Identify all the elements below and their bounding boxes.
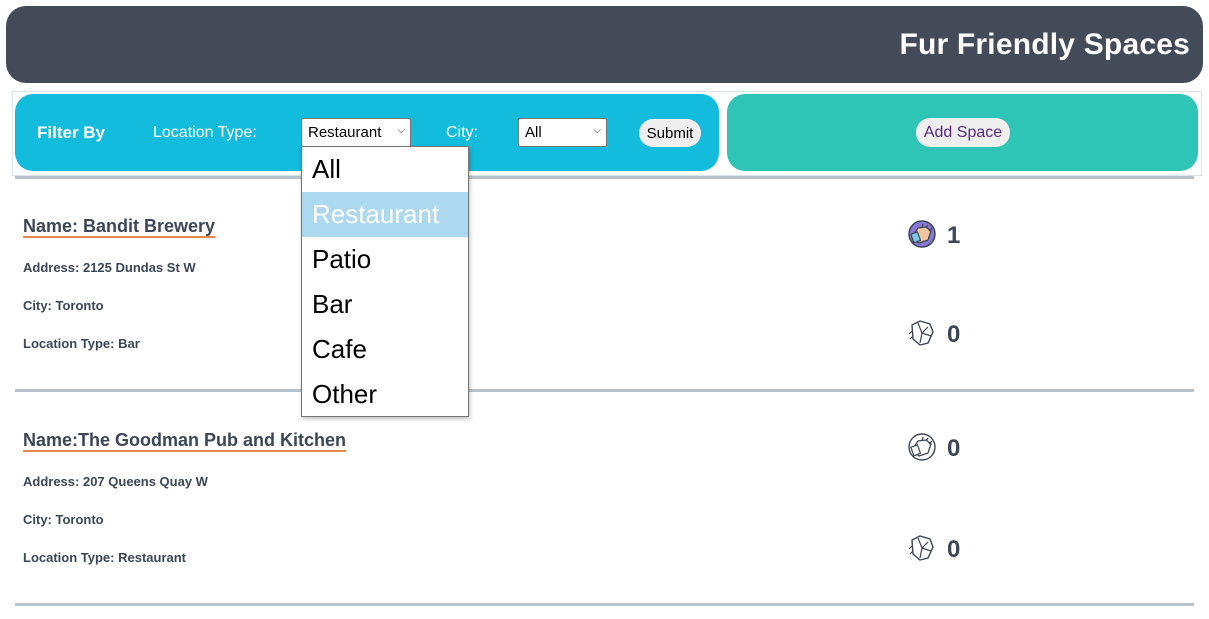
location-type-label: Location Type: (153, 124, 257, 141)
divider (15, 603, 1194, 606)
space-address: Address: 207 Queens Quay W (23, 474, 208, 489)
downvote-group: 0 (906, 317, 960, 353)
paw-down-icon[interactable] (906, 532, 938, 568)
divider (15, 176, 1194, 179)
space-city: City: Toronto (23, 512, 104, 527)
dropdown-option-restaurant[interactable]: Restaurant (302, 192, 468, 237)
upvote-group: 0 (906, 431, 960, 467)
dropdown-option-patio[interactable]: Patio (302, 237, 468, 282)
page-header: Fur Friendly Spaces (6, 6, 1203, 83)
dropdown-option-bar[interactable]: Bar (302, 282, 468, 327)
space-name-link[interactable]: Name: Bandit Brewery (23, 216, 215, 237)
chevron-down-icon: ⌵ (593, 125, 601, 136)
filter-title: Filter By (37, 123, 106, 142)
city-select-value: All (525, 124, 542, 141)
upvote-group: 1 (906, 218, 960, 254)
add-space-panel: Add Space (727, 94, 1198, 171)
downvote-count: 0 (947, 321, 961, 348)
paw-down-icon[interactable] (906, 317, 938, 353)
submit-button[interactable]: Submit (639, 119, 701, 147)
paw-up-icon[interactable] (906, 218, 938, 254)
downvote-count: 0 (947, 536, 961, 563)
city-select[interactable]: All ⌵ (518, 118, 607, 147)
dropdown-option-other[interactable]: Other (302, 372, 468, 417)
upvote-count: 0 (947, 435, 961, 462)
location-type-dropdown-list: All Restaurant Patio Bar Cafe Other (301, 146, 469, 417)
page-title: Fur Friendly Spaces (899, 27, 1190, 61)
city-label: City: (446, 124, 478, 141)
divider (15, 389, 1194, 392)
downvote-group: 0 (906, 532, 960, 568)
chevron-down-icon: ⌵ (397, 125, 405, 136)
location-type-select-value: Restaurant (308, 124, 382, 141)
space-city: City: Toronto (23, 298, 104, 313)
dropdown-option-all[interactable]: All (302, 147, 468, 192)
location-type-select[interactable]: Restaurant ⌵ (301, 118, 411, 147)
add-space-button[interactable]: Add Space (916, 118, 1010, 147)
space-name-link[interactable]: Name:The Goodman Pub and Kitchen (23, 430, 346, 451)
upvote-count: 1 (947, 222, 961, 249)
space-address: Address: 2125 Dundas St W (23, 260, 196, 275)
space-location-type: Location Type: Restaurant (23, 550, 187, 565)
dropdown-option-cafe[interactable]: Cafe (302, 327, 468, 372)
space-location-type: Location Type: Bar (23, 336, 140, 351)
paw-up-icon[interactable] (906, 431, 938, 467)
